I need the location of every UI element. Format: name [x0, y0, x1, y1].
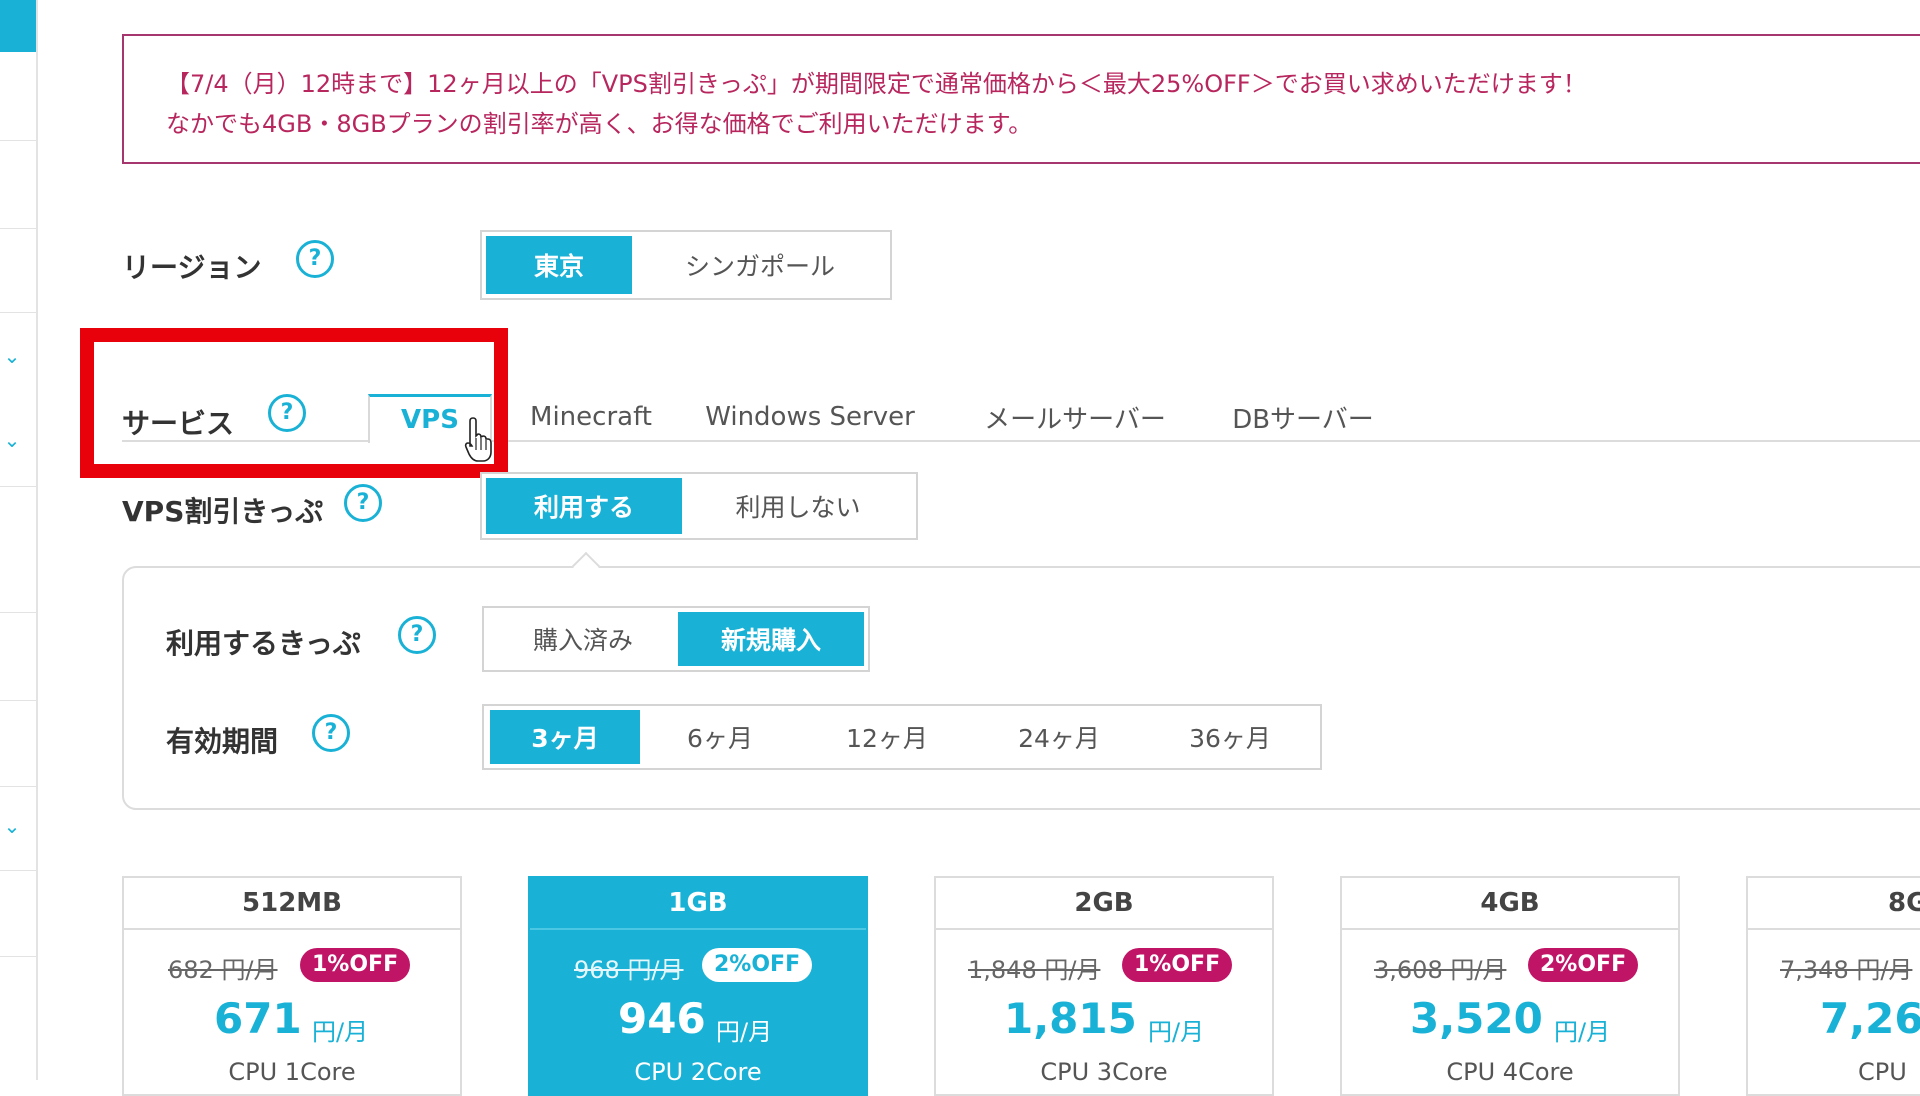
plan-name: 8G — [1748, 878, 1920, 930]
price-unit: 円/月 — [716, 1018, 773, 1046]
plan-cpu: CPU 1Core — [228, 1058, 356, 1086]
plan-old-price: 7,348 円/月 — [1780, 956, 1913, 984]
plan-old-price: 3,608 円/月 — [1374, 956, 1507, 984]
plan-old-price: 682 円/月 — [168, 956, 278, 984]
new-purchase-option[interactable]: 新規購入 — [678, 612, 864, 666]
region-selector: 東京 シンガポール — [480, 230, 892, 300]
sidebar-divider — [0, 140, 36, 141]
plan-name: 1GB — [530, 878, 866, 930]
validity-option-36m[interactable]: 36ヶ月 — [1144, 710, 1316, 764]
plan-price: 3,520 — [1410, 994, 1543, 1043]
sidebar-divider — [0, 700, 36, 701]
plan-card-512mb[interactable]: 512MB 682 円/月 1%OFF 671 円/月 CPU 1Core — [122, 876, 462, 1096]
vps-ticket-selector: 利用する 利用しない — [480, 472, 918, 540]
plan-cpu: CPU 2Core — [634, 1058, 762, 1086]
plan-card-8gb[interactable]: 8G 7,348 円/月 7,26 CPU — [1746, 876, 1920, 1096]
plan-price: 671 — [214, 994, 302, 1043]
tab-windows-server[interactable]: Windows Server — [690, 394, 930, 440]
help-icon[interactable]: ? — [344, 484, 382, 522]
ticket-type-selector: 購入済み 新規購入 — [482, 606, 870, 672]
validity-option-3m[interactable]: 3ヶ月 — [490, 710, 640, 764]
sidebar-divider — [0, 956, 36, 957]
region-label: リージョン — [122, 251, 262, 284]
ticket-type-label: 利用するきっぷ — [166, 627, 361, 660]
plan-price: 7,26 — [1820, 994, 1920, 1043]
help-icon[interactable]: ? — [398, 616, 436, 654]
plan-price: 946 — [618, 994, 706, 1043]
purchased-ticket-option[interactable]: 購入済み — [488, 612, 678, 666]
discount-badge: 2%OFF — [702, 948, 813, 982]
discount-badge: 2%OFF — [1528, 948, 1639, 982]
plan-card-4gb[interactable]: 4GB 3,608 円/月 2%OFF 3,520 円/月 CPU 4Core — [1340, 876, 1680, 1096]
use-ticket-option[interactable]: 利用する — [486, 478, 682, 534]
highlight-box — [80, 328, 508, 478]
validity-option-24m[interactable]: 24ヶ月 — [974, 710, 1144, 764]
sidebar-divider — [0, 312, 36, 313]
tab-db-server[interactable]: DBサーバー — [1218, 394, 1388, 440]
sidebar-divider — [0, 612, 36, 613]
help-icon[interactable]: ? — [312, 714, 350, 752]
plan-card-2gb[interactable]: 2GB 1,848 円/月 1%OFF 1,815 円/月 CPU 3Core — [934, 876, 1274, 1096]
tab-minecraft[interactable]: Minecraft — [506, 394, 676, 440]
region-option-tokyo[interactable]: 東京 — [486, 236, 632, 294]
price-unit: 円/月 — [1148, 1018, 1205, 1046]
price-unit: 円/月 — [1554, 1018, 1611, 1046]
sidebar-divider — [0, 786, 36, 787]
plan-name: 2GB — [936, 878, 1272, 930]
plan-cpu: CPU 4Core — [1446, 1058, 1574, 1086]
left-sidebar: ⌄ ⌄ ⌄ — [0, 0, 38, 1080]
tab-mail-server[interactable]: メールサーバー — [960, 394, 1190, 440]
notice-line-1: 【7/4（月）12時まで】12ヶ月以上の「VPS割引きっぷ」が期間限定で通常価格… — [166, 70, 1587, 98]
plan-old-price: 968 円/月 — [574, 956, 684, 984]
ticket-options-panel — [122, 566, 1920, 810]
help-icon[interactable]: ? — [296, 240, 334, 278]
validity-selector: 3ヶ月 6ヶ月 12ヶ月 24ヶ月 36ヶ月 — [482, 704, 1322, 770]
plan-card-1gb[interactable]: 1GB 968 円/月 2%OFF 946 円/月 CPU 2Core — [528, 876, 868, 1096]
chevron-down-icon[interactable]: ⌄ — [0, 346, 24, 366]
no-ticket-option[interactable]: 利用しない — [682, 478, 914, 534]
price-unit: 円/月 — [312, 1018, 369, 1046]
discount-badge: 1%OFF — [1122, 948, 1233, 982]
chevron-down-icon[interactable]: ⌄ — [0, 430, 24, 450]
plan-name: 512MB — [124, 878, 460, 930]
sidebar-divider — [0, 870, 36, 871]
vps-ticket-label: VPS割引きっぷ — [122, 495, 324, 528]
region-option-singapore[interactable]: シンガポール — [632, 236, 888, 294]
notice-line-2: なかでも4GB・8GBプランの割引率が高く、お得な価格でご利用いただけます。 — [166, 110, 1033, 138]
validity-option-6m[interactable]: 6ヶ月 — [640, 710, 800, 764]
validity-label: 有効期間 — [166, 725, 279, 758]
sidebar-active-marker — [0, 0, 36, 52]
plan-price: 1,815 — [1004, 994, 1137, 1043]
discount-badge: 1%OFF — [300, 948, 411, 982]
plan-name: 4GB — [1342, 878, 1678, 930]
plan-cpu: CPU 3Core — [1040, 1058, 1168, 1086]
plan-cpu: CPU — [1858, 1058, 1907, 1086]
plan-old-price: 1,848 円/月 — [968, 956, 1101, 984]
validity-option-12m[interactable]: 12ヶ月 — [800, 710, 974, 764]
campaign-notice: 【7/4（月）12時まで】12ヶ月以上の「VPS割引きっぷ」が期間限定で通常価格… — [122, 34, 1920, 164]
chevron-down-icon[interactable]: ⌄ — [0, 816, 24, 836]
sidebar-divider — [0, 228, 36, 229]
sidebar-divider — [0, 486, 36, 487]
hand-pointer-icon — [464, 417, 492, 462]
